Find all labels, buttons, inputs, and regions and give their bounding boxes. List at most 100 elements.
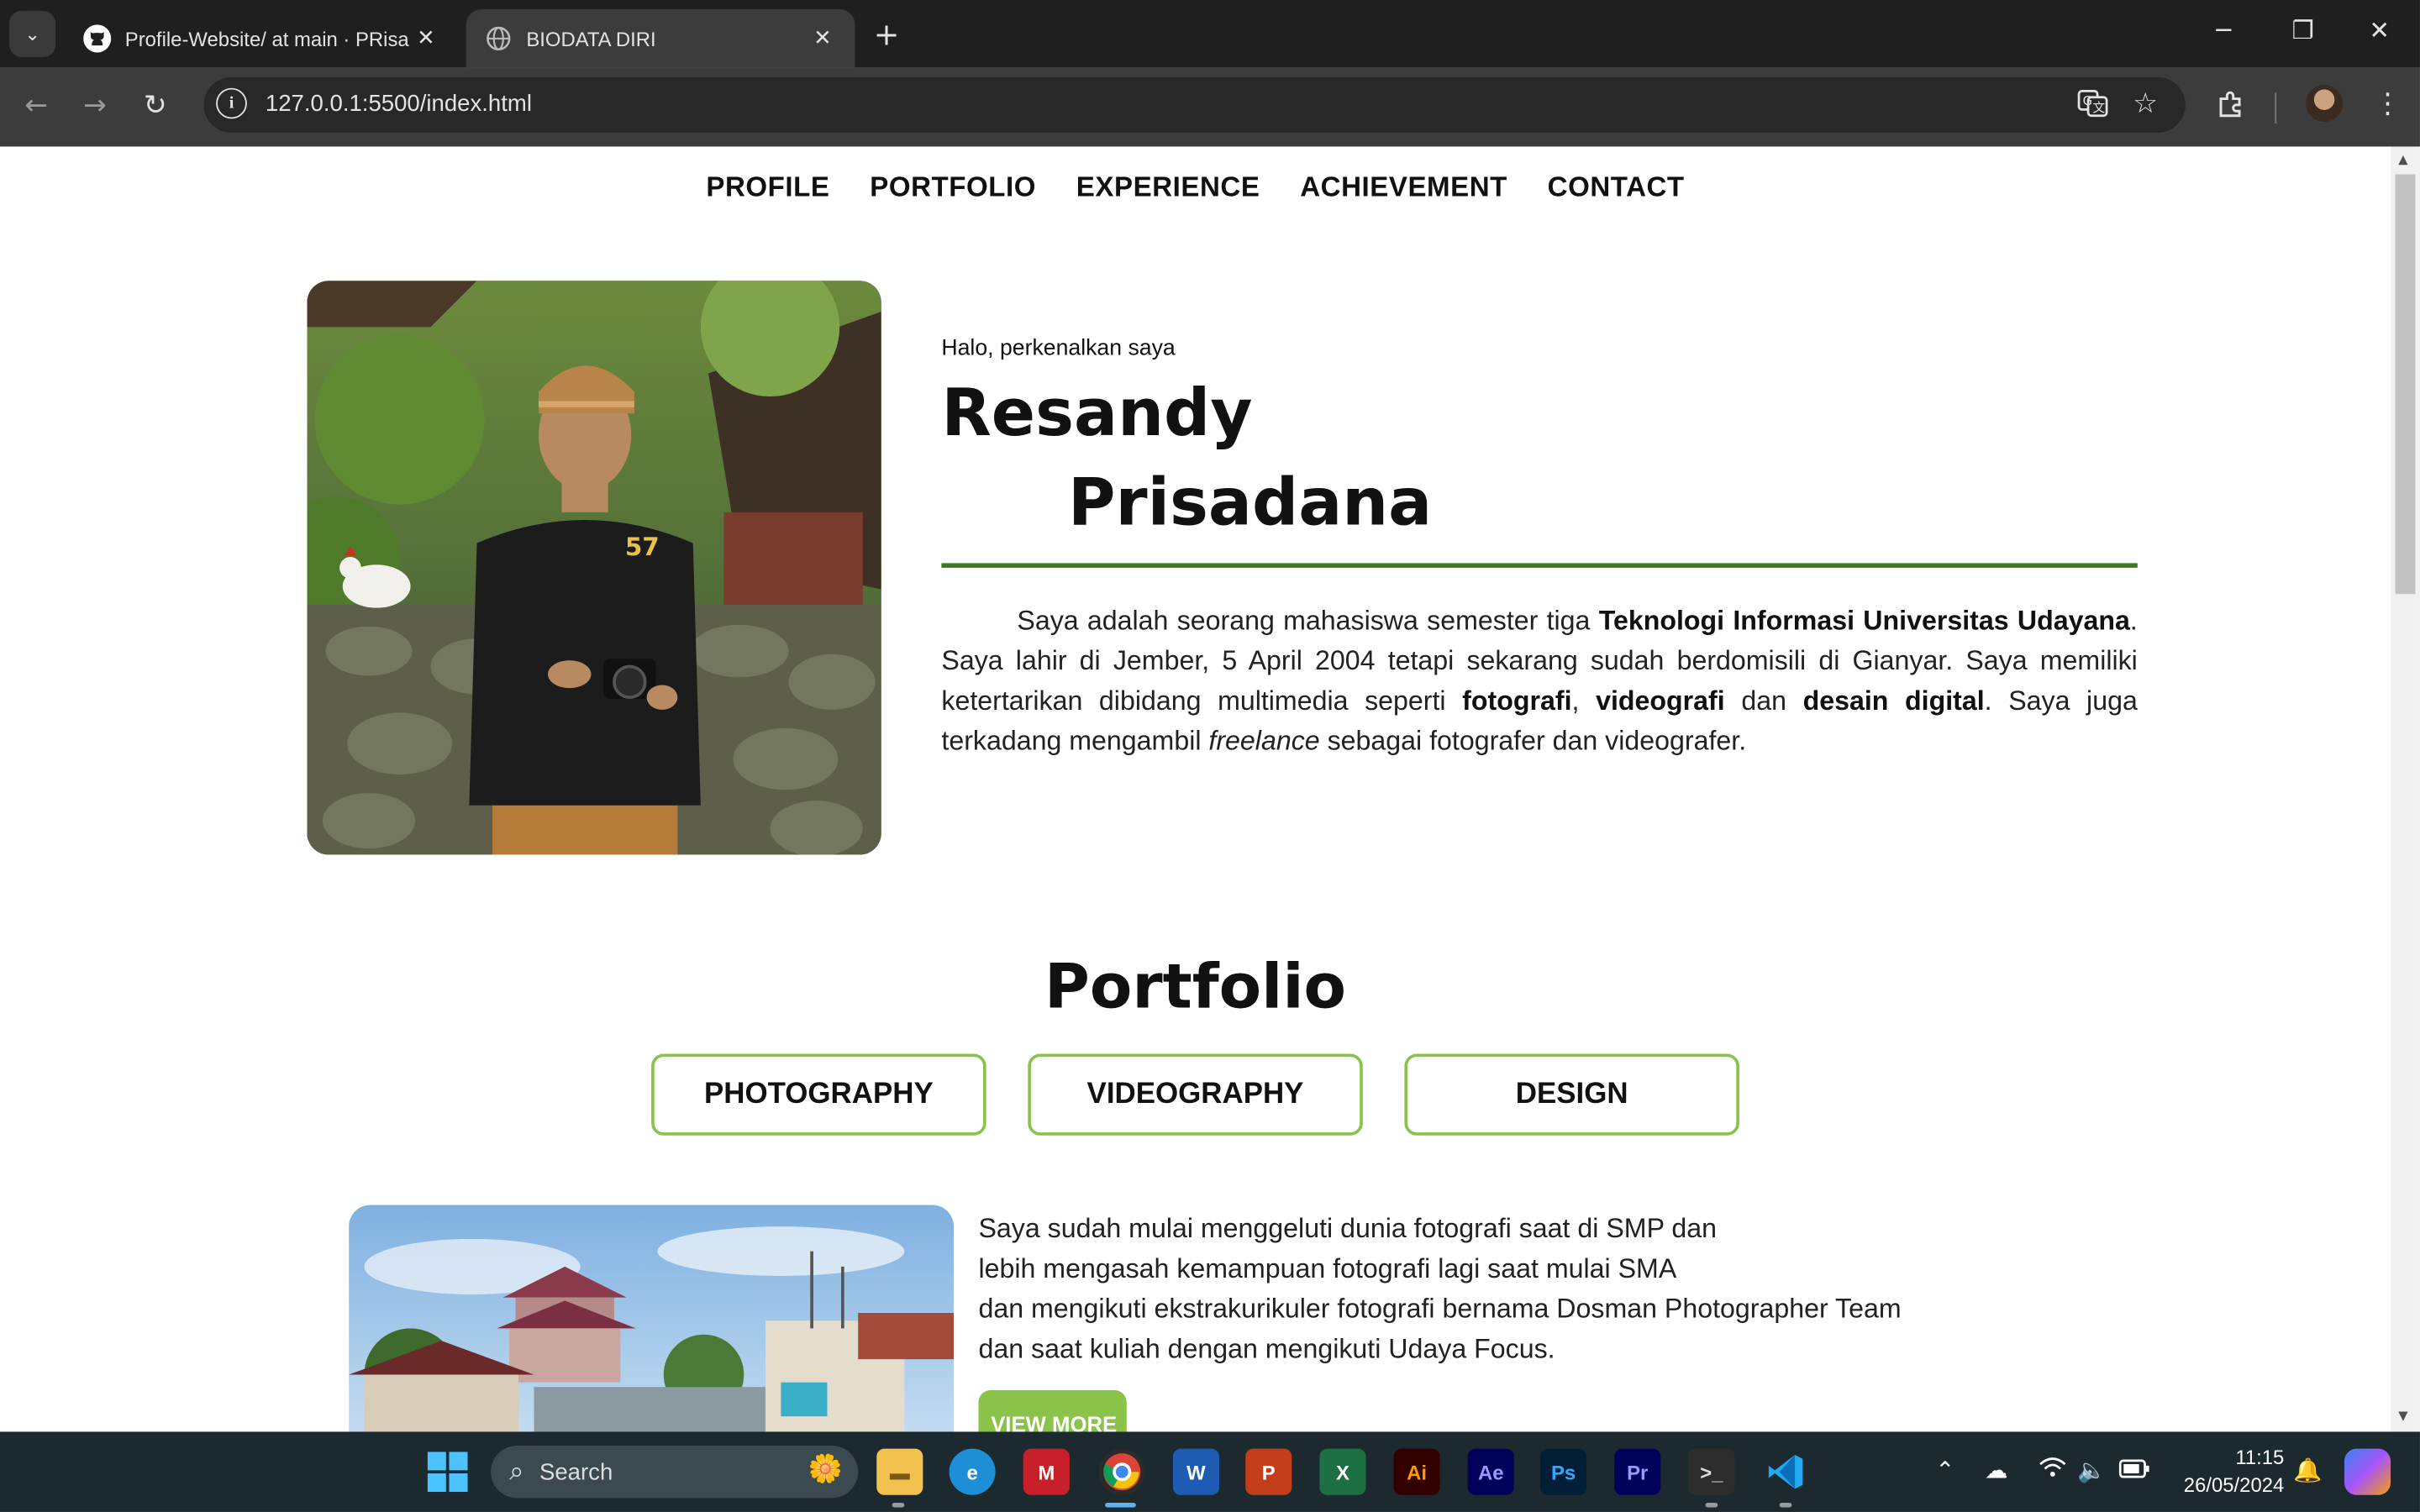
tab-title: BIODATA DIRI bbox=[526, 27, 656, 50]
browser-toolbar: ← → ↻ i 127.0.0.1:5500/index.html G文 ☆ ⋮ bbox=[0, 67, 2420, 147]
reload-icon[interactable]: ↻ bbox=[144, 90, 167, 123]
close-window-icon[interactable]: ✕ bbox=[2369, 15, 2390, 45]
tab-design[interactable]: DESIGN bbox=[1404, 1053, 1739, 1136]
forward-arrow-icon[interactable]: → bbox=[83, 90, 107, 123]
profile-photo: 57 bbox=[307, 281, 881, 855]
bookmark-star-icon[interactable]: ☆ bbox=[2133, 88, 2158, 121]
chrome-icon[interactable] bbox=[1098, 1448, 1145, 1495]
running-indicator bbox=[892, 1502, 905, 1508]
word-icon[interactable]: W bbox=[1172, 1448, 1219, 1495]
tab-search-dropdown-button[interactable]: ⌄ bbox=[9, 10, 56, 57]
running-indicator bbox=[1705, 1502, 1718, 1508]
github-icon bbox=[83, 24, 112, 53]
minimize-icon[interactable]: ─ bbox=[2217, 15, 2232, 45]
restore-icon[interactable]: ❐ bbox=[2291, 15, 2313, 45]
svg-text:G: G bbox=[2083, 94, 2092, 108]
scroll-up-icon[interactable]: ▲ bbox=[2398, 153, 2407, 167]
extensions-icon[interactable] bbox=[2217, 88, 2248, 127]
premiere-icon[interactable]: Pr bbox=[1614, 1448, 1661, 1495]
about-paragraph: Saya adalah seorang mahasiswa semester t… bbox=[941, 600, 2137, 760]
portfolio-photo bbox=[349, 1205, 955, 1432]
terminal-icon[interactable]: >_ bbox=[1688, 1448, 1735, 1495]
active-indicator bbox=[1105, 1502, 1136, 1508]
last-name-heading: Prisadana bbox=[1067, 464, 1433, 540]
copilot-icon[interactable] bbox=[2344, 1448, 2391, 1495]
volume-icon[interactable]: 🔈 bbox=[2077, 1457, 2106, 1484]
running-indicator bbox=[1779, 1502, 1792, 1508]
description-line: dan saat kuliah dengan mengikuti Udaya F… bbox=[978, 1332, 1555, 1364]
nav-link-contact[interactable]: CONTACT bbox=[1548, 171, 1685, 204]
close-tab-icon[interactable]: ✕ bbox=[412, 26, 439, 50]
clock-date: 26/05/2024 bbox=[2183, 1473, 2285, 1497]
battery-icon[interactable] bbox=[2118, 1457, 2150, 1484]
description-line: Saya sudah mulai menggeluti dunia fotogr… bbox=[978, 1212, 1717, 1244]
browser-tab-github[interactable]: Profile-Website/ at main · PRisa ✕ bbox=[65, 9, 458, 68]
about-text: , bbox=[1571, 685, 1597, 717]
about-bold-text: videografi bbox=[1596, 685, 1725, 717]
photoshop-icon[interactable]: Ps bbox=[1540, 1448, 1587, 1495]
more-menu-icon[interactable]: ⋮ bbox=[2374, 88, 2402, 121]
after-effects-icon[interactable]: Ae bbox=[1467, 1448, 1514, 1495]
page-scrollbar[interactable]: ▲ ▼ bbox=[2391, 146, 2420, 1432]
first-name-heading: Resandy bbox=[941, 375, 1253, 451]
nav-link-achievement[interactable]: ACHIEVEMENT bbox=[1300, 171, 1507, 204]
about-italic-text: freelance bbox=[1208, 725, 1320, 756]
toolbar-divider bbox=[2275, 92, 2277, 123]
about-text: sebagai fotografer dan videografer. bbox=[1319, 725, 1747, 756]
powerpoint-icon[interactable]: P bbox=[1245, 1448, 1292, 1495]
browser-tab-bar: ⌄ Profile-Website/ at main · PRisa ✕ BIO… bbox=[0, 0, 2420, 68]
windows-start-icon[interactable] bbox=[424, 1449, 471, 1495]
svg-text:文: 文 bbox=[2093, 101, 2106, 115]
onedrive-cloud-icon[interactable]: ☁ bbox=[1985, 1457, 2008, 1484]
nav-link-profile[interactable]: PROFILE bbox=[706, 171, 829, 204]
nav-link-portfolio[interactable]: PORTFOLIO bbox=[870, 171, 1036, 204]
tab-videography[interactable]: VIDEOGRAPHY bbox=[1028, 1053, 1363, 1136]
notification-bell-icon[interactable]: 🔔 bbox=[2293, 1457, 2322, 1484]
portfolio-heading: Portfolio bbox=[1044, 952, 1347, 1023]
globe-icon bbox=[485, 24, 513, 52]
site-info-icon[interactable]: i bbox=[216, 87, 247, 119]
profile-avatar[interactable] bbox=[2306, 85, 2344, 123]
edge-icon[interactable]: e bbox=[949, 1448, 996, 1495]
translate-icon[interactable]: G文 bbox=[2077, 88, 2108, 127]
tab-title: Profile-Website/ at main · PRisa bbox=[124, 27, 409, 50]
url-text[interactable]: 127.0.0.1:5500/index.html bbox=[266, 91, 532, 117]
heading-divider bbox=[941, 563, 2138, 568]
illustrator-icon[interactable]: Ai bbox=[1393, 1448, 1440, 1495]
clock-time: 11:15 bbox=[2235, 1445, 2285, 1469]
browser-tab-biodata[interactable]: BIODATA DIRI ✕ bbox=[466, 9, 855, 68]
svg-text:57: 57 bbox=[625, 533, 660, 561]
greeting-text: Halo, perkenalkan saya bbox=[941, 336, 1176, 361]
back-arrow-icon[interactable]: ← bbox=[24, 90, 48, 123]
web-page: PROFILE PORTFOLIO EXPERIENCE ACHIEVEMENT… bbox=[0, 146, 2391, 1432]
scroll-down-icon[interactable]: ▼ bbox=[2398, 1409, 2407, 1423]
nav-link-experience[interactable]: EXPERIENCE bbox=[1076, 171, 1260, 204]
windows-taskbar: ⌕ Search 🌼 ▬ e M W P X Ai Ae Ps Pr >_ ⌃ … bbox=[0, 1431, 2420, 1512]
about-bold-text: fotografi bbox=[1462, 685, 1572, 717]
taskbar-search[interactable]: ⌕ Search 🌼 bbox=[491, 1445, 859, 1499]
about-bold-text: Teknologi Informasi Universitas Udayana bbox=[1598, 604, 2130, 636]
search-icon: ⌕ bbox=[509, 1456, 524, 1486]
wifi-icon[interactable] bbox=[2039, 1457, 2066, 1484]
mcafee-icon[interactable]: M bbox=[1023, 1448, 1070, 1495]
close-tab-icon[interactable]: ✕ bbox=[808, 26, 836, 50]
search-label: Search bbox=[539, 1458, 613, 1485]
new-tab-icon[interactable]: + bbox=[874, 15, 900, 52]
address-bar[interactable]: i 127.0.0.1:5500/index.html G文 ☆ bbox=[203, 76, 2186, 133]
vscode-icon[interactable] bbox=[1763, 1449, 1809, 1495]
show-hidden-icons-icon[interactable]: ⌃ bbox=[1935, 1457, 1954, 1484]
excel-icon[interactable]: X bbox=[1319, 1448, 1366, 1495]
site-navigation: PROFILE PORTFOLIO EXPERIENCE ACHIEVEMENT… bbox=[0, 171, 2391, 204]
scrollbar-thumb[interactable] bbox=[2395, 174, 2416, 595]
view-more-button[interactable]: VIEW MORE bbox=[978, 1389, 1127, 1432]
flowers-icon: 🌼 bbox=[808, 1453, 843, 1484]
file-explorer-icon[interactable]: ▬ bbox=[876, 1448, 923, 1495]
about-bold-text: desain digital bbox=[1802, 685, 1985, 717]
about-text: dan bbox=[1724, 685, 1803, 717]
tab-photography[interactable]: PHOTOGRAPHY bbox=[651, 1053, 986, 1136]
system-clock[interactable]: 11:15 26/05/2024 bbox=[2167, 1444, 2285, 1499]
description-line: lebih mengasah kemampuan fotografi lagi … bbox=[978, 1252, 1677, 1284]
about-text: Saya adalah seorang mahasiswa semester t… bbox=[1017, 604, 1599, 636]
description-line: dan mengikuti ekstrakurikuler fotografi … bbox=[978, 1293, 1902, 1324]
portfolio-description: Saya sudah mulai menggeluti dunia fotogr… bbox=[978, 1208, 1901, 1368]
